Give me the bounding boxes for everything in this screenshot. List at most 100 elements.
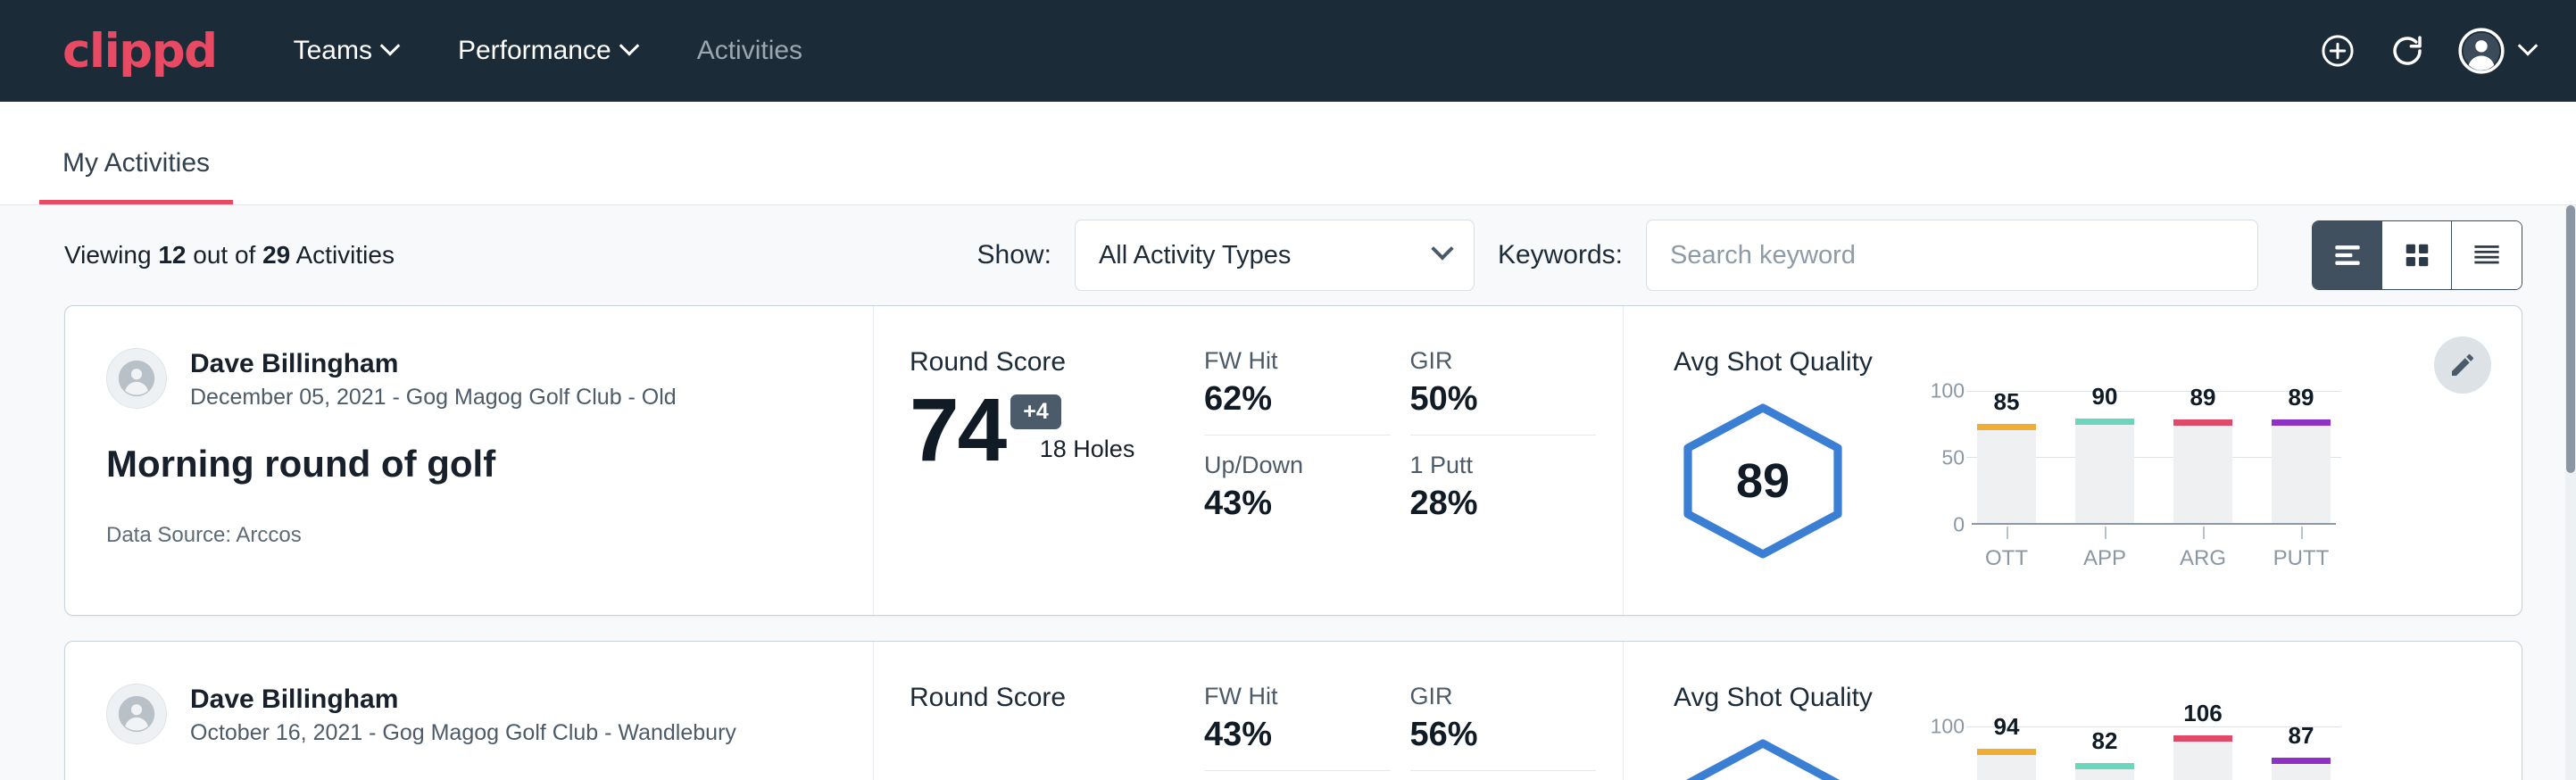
activity-type-select[interactable]: All Activity Types bbox=[1075, 220, 1475, 291]
plus-circle-icon[interactable] bbox=[2319, 32, 2356, 70]
account-menu[interactable] bbox=[2458, 28, 2535, 74]
bar-column: 89 bbox=[2173, 419, 2232, 523]
stat-gir: GIR 50% bbox=[1410, 347, 1597, 436]
page-scrollbar[interactable] bbox=[2565, 205, 2576, 780]
bar: 87 bbox=[2272, 758, 2331, 780]
shot-quality-chart: 100 50 0 85 90 89 89 OTT APP ARG bbox=[1907, 391, 2336, 571]
nav-item-performance-label: Performance bbox=[458, 36, 611, 66]
holes-played: 18 Holes bbox=[1040, 436, 1135, 476]
bar-value-label: 90 bbox=[2075, 383, 2134, 411]
app-logo[interactable]: clippd bbox=[62, 24, 217, 79]
x-tick-label: APP bbox=[2075, 527, 2134, 571]
viewing-middle: out of bbox=[186, 241, 262, 269]
y-tick: 100 bbox=[1931, 715, 1965, 739]
bar: 89 bbox=[2173, 419, 2232, 523]
bar-value-label: 89 bbox=[2173, 384, 2232, 411]
user-name: Dave Billingham bbox=[190, 683, 736, 717]
search-input[interactable] bbox=[1646, 220, 2258, 291]
activity-card[interactable]: Dave Billingham October 16, 2021 - Gog M… bbox=[64, 641, 2522, 780]
view-mode-toggle bbox=[2312, 220, 2522, 290]
avg-shot-quality-label: Avg Shot Quality bbox=[1674, 683, 2423, 713]
round-score-value: 74 bbox=[910, 385, 1005, 476]
primary-nav: Teams Performance Activities bbox=[270, 23, 826, 79]
avg-shot-quality-panel: Avg Shot Quality 89 100 50 0 bbox=[1624, 306, 2522, 615]
bar-value-label: 89 bbox=[2272, 384, 2331, 411]
bar: 82 bbox=[2075, 763, 2134, 780]
bar-column: 82 bbox=[2075, 763, 2134, 780]
round-score-label: Round Score bbox=[910, 347, 1204, 378]
bar-column: 89 bbox=[2272, 419, 2331, 523]
stat-fw-hit: FW Hit 43% bbox=[1204, 683, 1391, 771]
bar-cap bbox=[1977, 749, 2036, 755]
stat-value: 43% bbox=[1204, 716, 1360, 754]
bar-column: 106 bbox=[2173, 735, 2232, 780]
bar-cap bbox=[1977, 424, 2036, 430]
filter-bar: Viewing 12 out of 29 Activities Show: Al… bbox=[0, 205, 2576, 305]
stat-value: 28% bbox=[1410, 485, 1566, 523]
round-stats: FW Hit 62% GIR 50% Up/Down 43% 1 Putt 28… bbox=[1204, 306, 1624, 615]
tab-my-activities[interactable]: My Activities bbox=[39, 148, 233, 204]
avatar bbox=[106, 348, 167, 409]
chart-y-axis: 100 50 0 bbox=[1907, 391, 1965, 525]
user-name: Dave Billingham bbox=[190, 347, 677, 381]
avg-shot-quality-body: 89 100 50 0 85 90 89 89 OTT bbox=[1674, 383, 2423, 579]
x-tick-label: OTT bbox=[1977, 527, 2036, 571]
chevron-down-icon bbox=[380, 36, 401, 56]
x-tick-label: PUTT bbox=[2272, 527, 2331, 571]
scrollbar-thumb[interactable] bbox=[2566, 205, 2575, 473]
nav-actions bbox=[2319, 28, 2535, 74]
score-to-par-badge: +4 bbox=[1010, 394, 1061, 429]
bar-column: 85 bbox=[1977, 424, 2036, 523]
bar: 106 bbox=[2173, 735, 2232, 780]
keywords-label: Keywords: bbox=[1498, 240, 1623, 270]
stat-label: GIR bbox=[1410, 683, 1566, 710]
compact-view-icon bbox=[2472, 242, 2502, 269]
grid-view-icon bbox=[2403, 242, 2431, 269]
bar-cap bbox=[2075, 763, 2134, 769]
activity-card[interactable]: Dave Billingham December 05, 2021 - Gog … bbox=[64, 305, 2522, 616]
list-view-button[interactable] bbox=[2313, 221, 2382, 289]
bar-value-label: 106 bbox=[2173, 700, 2232, 727]
stat-value: 43% bbox=[1204, 485, 1360, 523]
compact-view-button[interactable] bbox=[2452, 221, 2522, 289]
chart-x-axis: OTT APP ARG PUTT bbox=[1972, 527, 2336, 571]
stat-label: GIR bbox=[1410, 347, 1566, 375]
nav-item-performance[interactable]: Performance bbox=[435, 23, 660, 79]
bar: 90 bbox=[2075, 419, 2134, 523]
stat-up-down: Up/Down 43% bbox=[1204, 452, 1391, 523]
avg-shot-quality-panel: Avg Shot Quality 100 50 0 bbox=[1624, 642, 2522, 780]
top-navigation-bar: clippd Teams Performance Activities bbox=[0, 0, 2576, 102]
bar-column: 90 bbox=[2075, 419, 2134, 523]
x-tick-label: ARG bbox=[2173, 527, 2232, 571]
y-tick: 50 bbox=[1941, 446, 1965, 470]
list-view-icon bbox=[2332, 242, 2363, 269]
avg-shot-quality-value bbox=[1674, 736, 1852, 780]
account-avatar-icon bbox=[2458, 28, 2505, 74]
data-source: Data Source: Arccos bbox=[106, 523, 837, 548]
stat-label: Up/Down bbox=[1204, 452, 1360, 479]
stat-one-putt: 1 Putt 28% bbox=[1410, 452, 1597, 523]
nav-item-teams[interactable]: Teams bbox=[270, 23, 420, 79]
stat-value: 50% bbox=[1410, 380, 1566, 419]
bar-value-label: 94 bbox=[1977, 713, 2036, 741]
round-score-panel: Round Score 74 +4 18 Holes bbox=[874, 306, 1204, 615]
edit-activity-button[interactable] bbox=[2434, 336, 2491, 394]
y-tick: 100 bbox=[1931, 379, 1965, 403]
user-row: Dave Billingham October 16, 2021 - Gog M… bbox=[106, 683, 837, 746]
person-icon bbox=[117, 359, 156, 398]
nav-item-activities[interactable]: Activities bbox=[674, 23, 826, 79]
tab-my-activities-label: My Activities bbox=[62, 148, 210, 178]
tab-bar: My Activities bbox=[0, 102, 2576, 205]
bar-column: 94 bbox=[1977, 749, 2036, 780]
bar-value-label: 87 bbox=[2272, 722, 2331, 750]
person-icon bbox=[117, 694, 156, 734]
activity-meta: December 05, 2021 - Gog Magog Golf Club … bbox=[190, 385, 677, 411]
refresh-icon[interactable] bbox=[2389, 32, 2426, 70]
stat-label: FW Hit bbox=[1204, 347, 1360, 375]
chart-plot-area: 94 82 106 87 bbox=[1972, 726, 2336, 780]
grid-view-button[interactable] bbox=[2382, 221, 2452, 289]
chevron-down-icon bbox=[2518, 36, 2539, 56]
activity-summary: Dave Billingham December 05, 2021 - Gog … bbox=[65, 306, 874, 615]
shot-quality-hexagon bbox=[1674, 736, 1852, 780]
stat-gir: GIR 56% bbox=[1410, 683, 1597, 771]
